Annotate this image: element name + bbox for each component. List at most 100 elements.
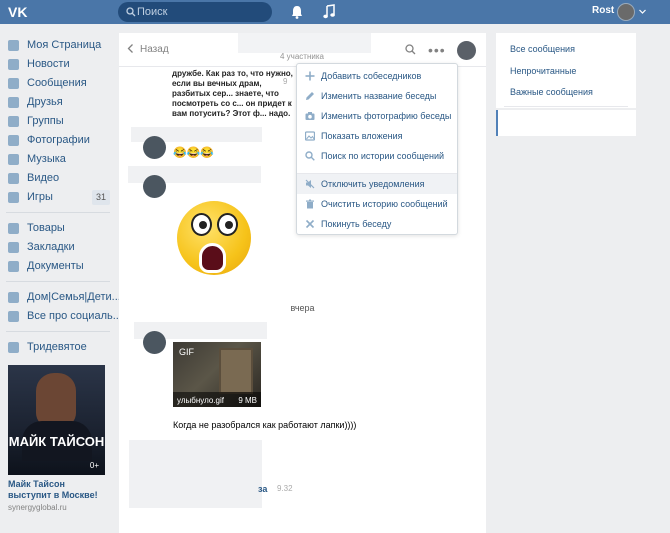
filter-all-messages[interactable]: Все сообщения: [510, 44, 575, 54]
menu-item-attachments[interactable]: Показать вложения: [297, 126, 457, 146]
avatar[interactable]: [143, 331, 166, 354]
gif-label: GIF: [179, 347, 194, 357]
left-nav: Моя Страница Новости Сообщения Друзья Гр…: [6, 36, 122, 357]
sidebar-item-label: Игры: [27, 191, 53, 203]
back-label: Назад: [140, 44, 169, 55]
gif-file-size: 9 MB: [238, 396, 257, 405]
sidebar-item-video[interactable]: Видео: [6, 169, 110, 188]
menu-item-search-history[interactable]: Поиск по истории сообщений: [297, 146, 457, 166]
sidebar-item-groups[interactable]: Группы: [6, 112, 110, 131]
menu-item-label: Очистить историю сообщений: [321, 199, 448, 209]
sticker-eye: [217, 213, 238, 236]
trash-icon: [306, 199, 314, 209]
search-input[interactable]: Поиск: [118, 2, 272, 22]
sidebar-item-label: Музыка: [27, 153, 66, 165]
sidebar-item-bookmarks[interactable]: Закладки: [6, 238, 110, 257]
advertisement[interactable]: МАЙК ТАЙСОН 0+ Майк Тайсон выступит в Мо…: [8, 365, 105, 512]
menu-item-label: Поиск по истории сообщений: [321, 151, 445, 161]
chat-header: Назад 4 участника •••: [119, 33, 486, 67]
sidebar-item-label: Все про социаль...: [27, 310, 122, 322]
friends-icon: [8, 97, 19, 108]
chevron-left-icon: [127, 44, 133, 53]
menu-item-label: Отключить уведомления: [321, 179, 425, 189]
sidebar-item-news[interactable]: Новости: [6, 55, 110, 74]
day-separator: вчера: [290, 303, 315, 313]
ad-image-title: МАЙК ТАЙСОН: [8, 434, 105, 449]
filter-unread[interactable]: Непрочитанные: [510, 66, 576, 76]
avatar[interactable]: [143, 136, 166, 159]
sidebar-item-friends[interactable]: Друзья: [6, 93, 110, 112]
ad-photo-face: [36, 373, 76, 427]
participants-count[interactable]: 4 участника: [280, 52, 324, 61]
community-icon: [8, 311, 19, 322]
divider: [6, 212, 110, 213]
groups-icon: [8, 116, 19, 127]
sticker-pupil: [199, 221, 207, 229]
conversation-filter-selected[interactable]: [496, 110, 636, 136]
sidebar-item-label: Группы: [27, 115, 64, 127]
sidebar-item-photos[interactable]: Фотографии: [6, 131, 110, 150]
menu-item-label: Добавить собеседников: [321, 71, 422, 81]
menu-item-label: Изменить фотографию беседы: [321, 111, 452, 121]
gif-preview-door: [219, 348, 253, 394]
sidebar-item-documents[interactable]: Документы: [6, 257, 110, 276]
search-icon[interactable]: [405, 44, 416, 55]
messages-filter-panel: Все сообщения Непрочитанные Важные сообщ…: [496, 33, 636, 108]
divider: [6, 331, 110, 332]
sidebar-item-label: Тридевятое: [27, 341, 87, 353]
music-icon[interactable]: [323, 4, 335, 19]
sticker-pupil: [225, 221, 233, 229]
sidebar-item-my-page[interactable]: Моя Страница: [6, 36, 110, 55]
sticker-eye: [191, 213, 212, 236]
gif-attachment[interactable]: GIF улыбнуло.gif 9 MB: [173, 342, 261, 407]
messages-icon: [8, 78, 19, 89]
menu-item-mute[interactable]: Отключить уведомления: [297, 174, 457, 194]
user-name[interactable]: Rost: [592, 5, 614, 16]
menu-item-leave[interactable]: Покинуть беседу: [297, 214, 457, 234]
menu-item-change-photo[interactable]: Изменить фотографию беседы: [297, 106, 457, 126]
count-badge: 31: [91, 190, 110, 205]
music-icon: [8, 154, 19, 165]
message-emoji: 😂😂😂: [173, 147, 215, 159]
ad-source[interactable]: synergyglobal.ru: [8, 503, 105, 512]
bell-icon[interactable]: [291, 5, 303, 19]
sidebar-item-games[interactable]: Игры 31: [6, 188, 110, 207]
back-button[interactable]: Назад: [127, 44, 169, 55]
ad-text[interactable]: Майк Тайсон выступит в Москве!: [8, 479, 105, 501]
sidebar-item-label: Дом|Семья|Дети...: [27, 291, 121, 303]
gif-file-name: улыбнуло.gif: [177, 396, 224, 405]
sidebar-item-label: Документы: [27, 260, 84, 272]
sidebar-item-label: Товары: [27, 222, 65, 234]
menu-item-add-participants[interactable]: Добавить собеседников: [297, 66, 457, 86]
filter-important[interactable]: Важные сообщения: [510, 87, 593, 97]
photos-icon: [8, 135, 19, 146]
sender-name[interactable]: за: [258, 484, 267, 494]
ad-image[interactable]: МАЙК ТАЙСОН 0+: [8, 365, 105, 475]
shocked-emoji-sticker: [177, 201, 251, 275]
message-text: Когда не разобрался как работают лапки))…: [173, 420, 357, 430]
sidebar-item-community-2[interactable]: Все про социаль...: [6, 307, 122, 326]
menu-item-label: Показать вложения: [321, 131, 403, 141]
menu-item-clear-history[interactable]: Очистить историю сообщений: [297, 194, 457, 214]
chat-avatar[interactable]: [457, 41, 476, 60]
community-icon: [8, 292, 19, 303]
sidebar-item-label: Фотографии: [27, 134, 90, 146]
chevron-down-icon[interactable]: [639, 8, 646, 15]
chat-title-redacted: [238, 33, 371, 53]
menu-item-rename[interactable]: Изменить название беседы: [297, 86, 457, 106]
avatar[interactable]: [617, 3, 635, 21]
sidebar-item-messages[interactable]: Сообщения: [6, 74, 110, 93]
sidebar-item-community-1[interactable]: Дом|Семья|Дети...: [6, 288, 121, 307]
vk-logo[interactable]: VK: [8, 4, 30, 20]
chat-actions-menu: Добавить собеседников Изменить название …: [296, 63, 458, 235]
sidebar-item-app[interactable]: Тридевятое: [6, 338, 110, 357]
sticker-mouth: [199, 243, 226, 273]
sidebar-item-music[interactable]: Музыка: [6, 150, 110, 169]
more-icon[interactable]: •••: [428, 43, 446, 57]
menu-item-label: Покинуть беседу: [321, 219, 392, 229]
sidebar-item-label: Видео: [27, 172, 60, 184]
message-redacted: [129, 440, 262, 508]
sidebar-item-goods[interactable]: Товары: [6, 219, 110, 238]
avatar[interactable]: [143, 175, 166, 198]
bookmarks-icon: [8, 242, 19, 253]
